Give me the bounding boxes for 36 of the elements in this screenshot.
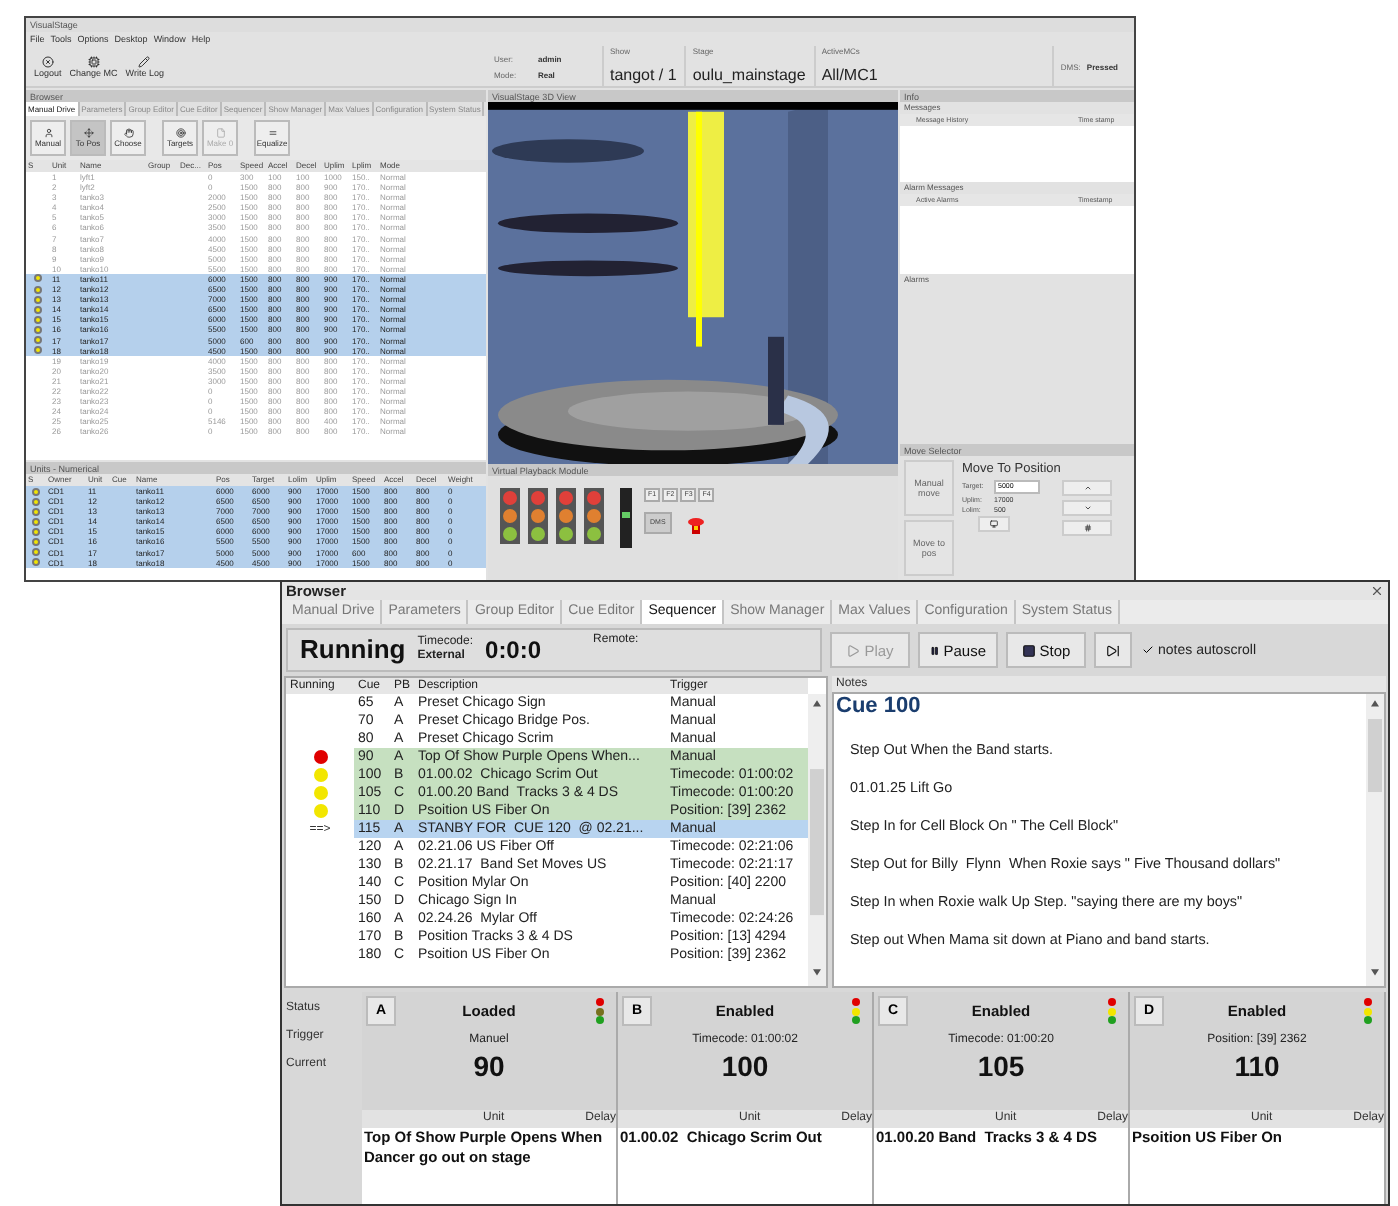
current-cue: 100 bbox=[721, 1050, 769, 1082]
field-value: tangot / 1 bbox=[609, 66, 677, 86]
logout-icon bbox=[41, 55, 54, 67]
traffic-light-icon bbox=[556, 488, 576, 544]
notes-title: Cue 100 bbox=[836, 694, 923, 720]
run-status: Running bbox=[300, 634, 406, 666]
person-icon bbox=[43, 128, 53, 138]
current-cue: 110 bbox=[1234, 1050, 1280, 1082]
monitor-button[interactable] bbox=[978, 516, 1010, 532]
play-icon bbox=[846, 643, 861, 657]
current-cue: 90 bbox=[473, 1050, 505, 1082]
field-value: oulu_mainstage bbox=[692, 66, 806, 86]
check-icon bbox=[1141, 644, 1153, 656]
monitor-icon bbox=[990, 520, 998, 528]
current-cue: 105 bbox=[977, 1050, 1025, 1082]
field-value: All/MC1 bbox=[821, 66, 878, 86]
move-icon bbox=[83, 128, 93, 138]
stop-icon bbox=[1021, 643, 1036, 657]
checkbox[interactable] bbox=[1140, 643, 1154, 657]
traffic-light-icon bbox=[528, 488, 548, 544]
target-icon bbox=[175, 128, 185, 138]
close-icon[interactable] bbox=[1370, 584, 1384, 598]
equal-icon bbox=[267, 128, 277, 138]
traffic-light-icon bbox=[500, 488, 520, 544]
file-icon bbox=[215, 128, 225, 138]
emergency-stop-icon bbox=[687, 513, 704, 533]
pencil-icon bbox=[138, 55, 151, 67]
hash-button[interactable] bbox=[1062, 520, 1112, 536]
traffic-light-icon bbox=[584, 488, 604, 544]
skip-icon bbox=[1106, 643, 1120, 657]
skip-button[interactable] bbox=[1094, 632, 1132, 668]
fader-icon bbox=[620, 488, 632, 548]
pause-icon bbox=[930, 643, 940, 657]
hash-icon bbox=[1083, 524, 1091, 532]
hand-icon bbox=[123, 128, 133, 138]
timecode-value: 0:0:0 bbox=[485, 636, 542, 664]
